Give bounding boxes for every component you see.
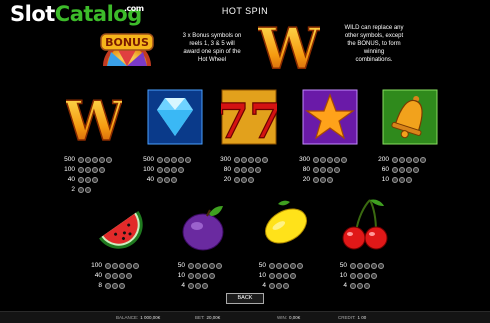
payout-value: 4 — [181, 282, 185, 289]
paytable-diamond: 500 100 40 — [141, 155, 191, 185]
paytable-seven: 300 80 20 — [218, 155, 268, 185]
cherry-icon — [338, 194, 394, 252]
payout-value: 100 — [64, 166, 75, 173]
payout-value: 100 — [91, 262, 102, 269]
balance-value: 1 000,00€ — [140, 315, 161, 320]
payout-value: 500 — [64, 156, 75, 163]
payout-value: 10 — [177, 272, 185, 279]
bet-label: BET: — [195, 315, 205, 320]
paytable-wild: 500 100 40 2 — [62, 155, 112, 195]
logo-com-text: .com — [124, 4, 144, 13]
payout-value: 4 — [262, 282, 266, 289]
payout-value: 200 — [378, 156, 389, 163]
svg-text:W: W — [66, 89, 122, 146]
payout-value: 40 — [146, 176, 154, 183]
payout-value: 50 — [177, 262, 185, 269]
payout-value: 8 — [98, 282, 102, 289]
bet-value: 20,00€ — [206, 315, 221, 320]
payout-value: 2 — [71, 186, 75, 193]
payout-value: 100 — [143, 166, 154, 173]
bonus-wheel-icon: BONUS — [97, 20, 157, 68]
back-button[interactable]: BACK — [226, 293, 264, 304]
star-icon — [302, 88, 358, 146]
wild-line: winning — [363, 49, 385, 55]
payout-value: 300 — [299, 156, 310, 163]
payout-value: 60 — [381, 166, 389, 173]
paytable-watermelon: 100 40 8 — [89, 261, 139, 291]
payout-value: 80 — [302, 166, 310, 173]
bell-icon — [382, 88, 438, 146]
wild-line: the BONUS, to form — [347, 41, 401, 47]
balance-display: BALANCE: 1 000,00€ — [116, 315, 160, 320]
paytable-bell: 200 60 10 — [376, 155, 426, 185]
logo-slot-text: Slot — [10, 2, 55, 26]
wild-line: WILD can replace any — [344, 25, 404, 31]
win-label: WIN: — [277, 315, 287, 320]
payout-value: 10 — [381, 176, 389, 183]
payout-value: 300 — [220, 156, 231, 163]
payout-value: 40 — [67, 176, 75, 183]
wild-icon-text: W — [258, 16, 320, 76]
paytable-star: 300 80 20 — [297, 155, 347, 185]
payout-value: 10 — [258, 272, 266, 279]
wild-line: other symbols, except — [344, 33, 404, 39]
paytable-plum: 50 10 4 — [172, 261, 222, 291]
payout-value: 500 — [143, 156, 154, 163]
seven-icon: 77 — [215, 88, 283, 151]
bonus-description: 3 x Bonus symbols on reels 1, 3 & 5 will… — [173, 32, 251, 64]
bonus-line: award one spin of the — [183, 49, 241, 55]
payout-value: 20 — [302, 176, 310, 183]
credit-value: 1 00 — [357, 315, 367, 320]
payout-value: 4 — [343, 282, 347, 289]
diamond-icon — [147, 88, 203, 146]
payout-value: 50 — [258, 262, 266, 269]
bonus-icon-text: BONUS — [105, 36, 149, 49]
payout-value: 20 — [223, 176, 231, 183]
bonus-line: reels 1, 3 & 5 will — [189, 41, 235, 47]
lemon-icon — [258, 194, 314, 252]
payout-value: 40 — [94, 272, 102, 279]
wild-w-icon: W — [62, 88, 127, 154]
bonus-line: 3 x Bonus symbols on — [182, 33, 242, 39]
payout-value: 50 — [339, 262, 347, 269]
paytable-lemon: 50 10 4 — [253, 261, 303, 291]
wild-w-icon: W — [256, 15, 323, 83]
credit-display: CREDIT: 1 00 — [338, 315, 366, 320]
wild-line: combinations. — [355, 57, 393, 63]
status-bar: BALANCE: 1 000,00€ BET: 20,00€ WIN: 0,00€ C… — [0, 311, 490, 323]
paytable-cherry: 50 10 4 — [334, 261, 384, 291]
payout-value: 10 — [339, 272, 347, 279]
payout-value: 80 — [223, 166, 231, 173]
wild-description: WILD can replace any other symbols, exce… — [333, 24, 415, 64]
watermelon-icon — [93, 198, 149, 256]
credit-label: CREDIT: — [338, 315, 356, 320]
bet-display: BET: 20,00€ — [195, 315, 220, 320]
plum-icon — [177, 198, 233, 256]
win-value: 0,00€ — [289, 315, 301, 320]
bonus-line: Hot Wheel — [197, 57, 226, 63]
win-display: WIN: 0,00€ — [277, 315, 300, 320]
balance-label: BALANCE: — [116, 315, 139, 320]
svg-text:77: 77 — [221, 94, 277, 146]
